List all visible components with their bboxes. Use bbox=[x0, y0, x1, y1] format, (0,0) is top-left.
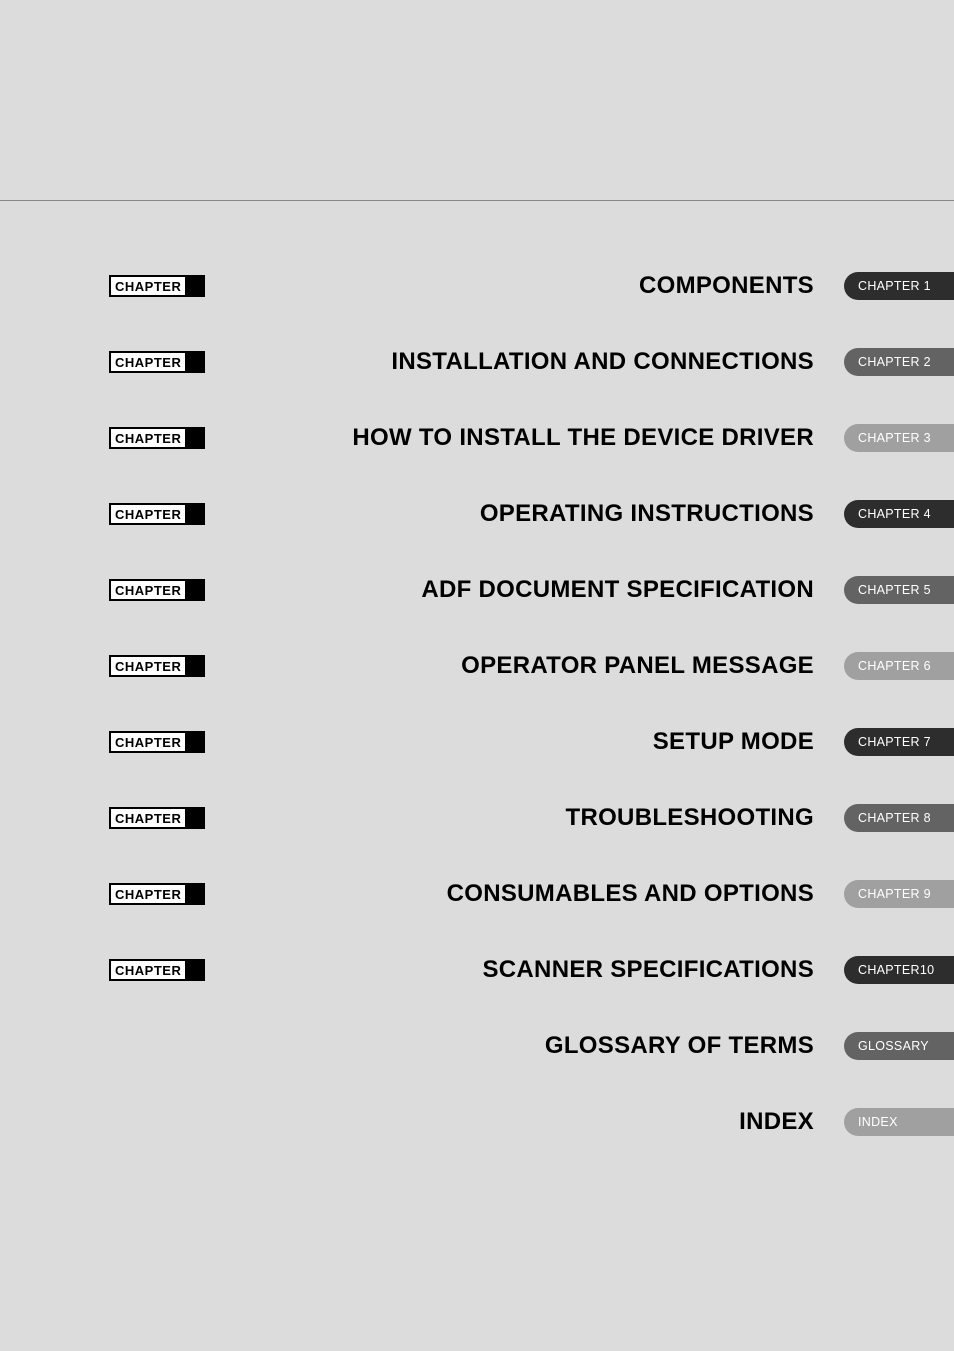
chapter-badge-wrap: CHAPTER bbox=[109, 427, 196, 449]
toc-row[interactable]: CHAPTER HOW TO INSTALL THE DEVICE DRIVERC… bbox=[109, 424, 954, 452]
chapter-badge: CHAPTER bbox=[109, 503, 205, 525]
toc-title: OPERATING INSTRUCTIONS bbox=[196, 500, 844, 528]
chapter-badge-label: CHAPTER bbox=[111, 885, 185, 903]
toc-title: SETUP MODE bbox=[196, 728, 844, 756]
toc-title: SCANNER SPECIFICATIONS bbox=[196, 956, 844, 984]
chapter-badge-wrap: CHAPTER bbox=[109, 1111, 196, 1133]
chapter-badge-wrap: CHAPTER bbox=[109, 731, 196, 753]
toc-title: ADF DOCUMENT SPECIFICATION bbox=[196, 576, 844, 604]
chapter-badge-wrap: CHAPTER bbox=[109, 959, 196, 981]
chapter-tab[interactable]: INDEX bbox=[844, 1108, 954, 1136]
chapter-badge-wrap: CHAPTER bbox=[109, 1035, 196, 1057]
toc-title: TROUBLESHOOTING bbox=[196, 804, 844, 832]
toc-row[interactable]: CHAPTERGLOSSARY OF TERMSGLOSSARY bbox=[109, 1032, 954, 1060]
chapter-tab[interactable]: CHAPTER10 bbox=[844, 956, 954, 984]
chapter-badge-label: CHAPTER bbox=[111, 581, 185, 599]
chapter-badge: CHAPTER bbox=[109, 807, 205, 829]
chapter-tab[interactable]: CHAPTER 1 bbox=[844, 272, 954, 300]
table-of-contents: CHAPTER COMPONENTSCHAPTER 1 CHAPTER INSTALL… bbox=[109, 272, 954, 1136]
chapter-badge: CHAPTER bbox=[109, 959, 205, 981]
toc-row[interactable]: CHAPTER TROUBLESHOOTINGCHAPTER 8 bbox=[109, 804, 954, 832]
chapter-badge: CHAPTER bbox=[109, 427, 205, 449]
toc-title: CONSUMABLES AND OPTIONS bbox=[196, 880, 844, 908]
chapter-badge: CHAPTER bbox=[109, 275, 205, 297]
chapter-badge-label: CHAPTER bbox=[111, 961, 185, 979]
chapter-badge-label: CHAPTER bbox=[111, 429, 185, 447]
chapter-tab[interactable]: CHAPTER 6 bbox=[844, 652, 954, 680]
chapter-badge-label: CHAPTER bbox=[111, 809, 185, 827]
chapter-badge-label: CHAPTER bbox=[111, 733, 185, 751]
chapter-tab[interactable]: CHAPTER 5 bbox=[844, 576, 954, 604]
chapter-tab[interactable]: GLOSSARY bbox=[844, 1032, 954, 1060]
chapter-badge-wrap: CHAPTER bbox=[109, 883, 196, 905]
chapter-tab[interactable]: CHAPTER 9 bbox=[844, 880, 954, 908]
chapter-badge-wrap: CHAPTER bbox=[109, 275, 196, 297]
chapter-badge-label: CHAPTER bbox=[111, 277, 185, 295]
toc-title: INSTALLATION AND CONNECTIONS bbox=[196, 348, 844, 376]
chapter-badge-wrap: CHAPTER bbox=[109, 503, 196, 525]
chapter-badge: CHAPTER bbox=[109, 351, 205, 373]
chapter-badge: CHAPTER bbox=[109, 731, 205, 753]
toc-title: OPERATOR PANEL MESSAGE bbox=[196, 652, 844, 680]
chapter-badge-label: CHAPTER bbox=[111, 353, 185, 371]
toc-row[interactable]: CHAPTER INSTALLATION AND CONNECTIONSCHAPT… bbox=[109, 348, 954, 376]
toc-row[interactable]: CHAPTER ADF DOCUMENT SPECIFICATIONCHAPTER… bbox=[109, 576, 954, 604]
chapter-badge: CHAPTER bbox=[109, 579, 205, 601]
chapter-badge: CHAPTER bbox=[109, 655, 205, 677]
toc-title: GLOSSARY OF TERMS bbox=[196, 1032, 844, 1060]
toc-row[interactable]: CHAPTER SCANNER SPECIFICATIONSCHAPTER10 bbox=[109, 956, 954, 984]
chapter-badge-wrap: CHAPTER bbox=[109, 351, 196, 373]
toc-row[interactable]: CHAPTER OPERATING INSTRUCTIONSCHAPTER 4 bbox=[109, 500, 954, 528]
chapter-badge-wrap: CHAPTER bbox=[109, 807, 196, 829]
horizontal-divider bbox=[0, 200, 954, 201]
chapter-badge-wrap: CHAPTER bbox=[109, 655, 196, 677]
toc-title: HOW TO INSTALL THE DEVICE DRIVER bbox=[196, 424, 844, 452]
chapter-badge-label: CHAPTER bbox=[111, 505, 185, 523]
toc-row[interactable]: CHAPTER SETUP MODECHAPTER 7 bbox=[109, 728, 954, 756]
toc-row[interactable]: CHAPTER OPERATOR PANEL MESSAGECHAPTER 6 bbox=[109, 652, 954, 680]
chapter-tab[interactable]: CHAPTER 8 bbox=[844, 804, 954, 832]
chapter-tab[interactable]: CHAPTER 7 bbox=[844, 728, 954, 756]
chapter-badge-label: CHAPTER bbox=[111, 657, 185, 675]
chapter-badge: CHAPTER bbox=[109, 883, 205, 905]
toc-row[interactable]: CHAPTERINDEXINDEX bbox=[109, 1108, 954, 1136]
toc-row[interactable]: CHAPTER CONSUMABLES AND OPTIONSCHAPTER 9 bbox=[109, 880, 954, 908]
chapter-tab[interactable]: CHAPTER 3 bbox=[844, 424, 954, 452]
chapter-tab[interactable]: CHAPTER 2 bbox=[844, 348, 954, 376]
toc-title: INDEX bbox=[196, 1108, 844, 1136]
toc-row[interactable]: CHAPTER COMPONENTSCHAPTER 1 bbox=[109, 272, 954, 300]
chapter-tab[interactable]: CHAPTER 4 bbox=[844, 500, 954, 528]
chapter-badge-wrap: CHAPTER bbox=[109, 579, 196, 601]
toc-title: COMPONENTS bbox=[196, 272, 844, 300]
